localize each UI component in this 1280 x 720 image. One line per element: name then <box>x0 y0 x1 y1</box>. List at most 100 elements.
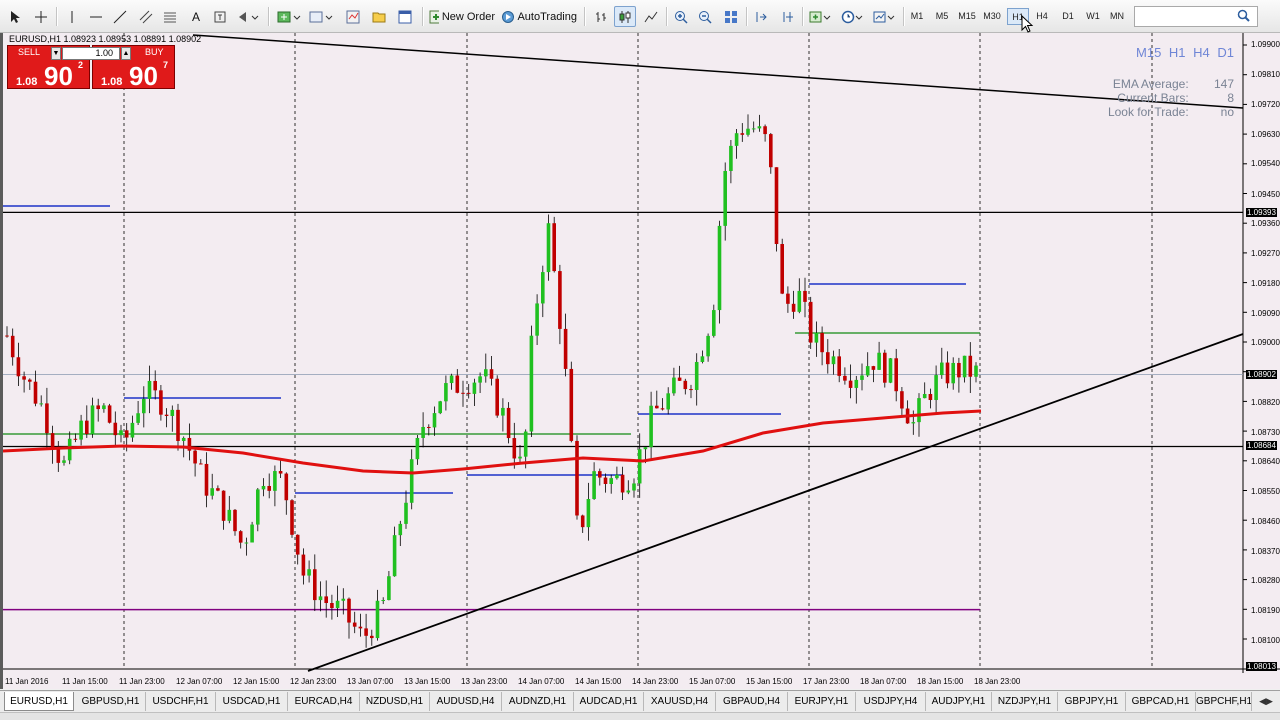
time-axis-label: 11 Jan 23:00 <box>119 677 165 686</box>
templates-icon <box>873 11 895 22</box>
tab-eurcad-h4[interactable]: EURCAD,H4 <box>288 692 360 711</box>
new-order-label: New Order <box>441 10 495 23</box>
sell-price-prefix: 1.08 <box>16 76 38 88</box>
lot-increase-button[interactable]: ▲ <box>121 47 131 60</box>
bearish-candle <box>580 515 585 528</box>
timeframe-w1-button[interactable]: W1 <box>1082 8 1104 25</box>
bullish-candle <box>643 447 648 450</box>
bullish-candle <box>546 223 551 273</box>
tab-xauusd-h4[interactable]: XAUUSD,H4 <box>644 692 716 711</box>
terminal-button[interactable] <box>394 6 416 27</box>
bar-chart-button[interactable] <box>590 6 612 27</box>
bearish-candle <box>73 438 78 440</box>
market-watch-button[interactable] <box>342 6 364 27</box>
arrows-icon <box>239 11 259 22</box>
new-order-button[interactable]: New Order <box>428 6 496 27</box>
bearish-candle <box>774 167 779 245</box>
timeframe-d1-button[interactable]: D1 <box>1057 8 1079 25</box>
bullish-candle <box>592 471 596 500</box>
tile-windows-button[interactable] <box>720 6 742 27</box>
bearish-candle <box>900 391 904 409</box>
timeframe-m5-button[interactable]: M5 <box>931 8 953 25</box>
tab-eurjpy-h1[interactable]: EURJPY,H1 <box>788 692 856 711</box>
new-order-icon <box>429 10 439 23</box>
text-tool-button[interactable]: A <box>186 6 206 27</box>
tab-scroll-arrows[interactable]: ◀▶ <box>1254 694 1278 709</box>
templates-button[interactable] <box>870 6 898 27</box>
bearish-candle <box>324 596 328 604</box>
lot-decrease-button[interactable]: ▼ <box>51 47 61 60</box>
cursor-tool-button[interactable] <box>4 6 26 27</box>
zoom-in-button[interactable] <box>670 6 692 27</box>
time-axis-label: 18 Jan 23:00 <box>974 677 1021 686</box>
trendline-button[interactable] <box>110 6 130 27</box>
search-icon[interactable] <box>1237 9 1251 23</box>
tab-gbpaud-h4[interactable]: GBPAUD,H4 <box>716 692 788 711</box>
bearish-candle <box>791 303 796 312</box>
chart-window[interactable]: EURUSD,H1 1.08923 1.08953 1.08891 1.0890… <box>0 33 1280 689</box>
buy-price-big: 90 <box>129 61 158 91</box>
navigator-button[interactable] <box>368 6 390 27</box>
line-chart-button[interactable] <box>640 6 662 27</box>
autoscroll-button[interactable] <box>750 6 772 27</box>
price-axis-label: 1.08190 <box>1251 606 1280 615</box>
tab-usdcad-h1[interactable]: USDCAD,H1 <box>216 692 288 711</box>
tab-audnzd-h1[interactable]: AUDNZD,H1 <box>502 692 574 711</box>
crosshair-button[interactable] <box>30 6 52 27</box>
tab-gbpjpy-h1[interactable]: GBPJPY,H1 <box>1058 692 1126 711</box>
timeframe-m30-button[interactable]: M30 <box>981 8 1003 25</box>
bullish-candle <box>757 126 762 129</box>
bearish-candle <box>552 223 556 272</box>
vertical-line-button[interactable] <box>62 6 82 27</box>
horizontal-line-button[interactable] <box>86 6 106 27</box>
new-chart-button[interactable] <box>274 6 304 27</box>
arrows-button[interactable] <box>234 6 262 27</box>
tab-nzdjpy-h1[interactable]: NZDJPY,H1 <box>992 692 1058 711</box>
tab-usdchf-h1[interactable]: USDCHF,H1 <box>146 692 216 711</box>
tab-audusd-h4[interactable]: AUDUSD,H4 <box>430 692 502 711</box>
bullish-candle <box>404 502 408 524</box>
tab-usdjpy-h4[interactable]: USDJPY,H4 <box>856 692 926 711</box>
zoom-out-button[interactable] <box>694 6 716 27</box>
terminal-icon <box>398 10 412 23</box>
tab-audjpy-h1[interactable]: AUDJPY,H1 <box>926 692 992 711</box>
bearish-candle <box>466 392 471 394</box>
tab-gbpcad-h1[interactable]: GBPCAD,H1 <box>1126 692 1196 711</box>
tab-gbpusd-h1[interactable]: GBPUSD,H1 <box>76 692 146 711</box>
lot-size-input[interactable]: 1.00 <box>62 47 120 60</box>
timeframe-mn-button[interactable]: MN <box>1106 8 1128 25</box>
text-label-button[interactable] <box>210 6 230 27</box>
tab-eurusd-h1[interactable]: EURUSD,H1 <box>4 692 74 711</box>
profiles-button[interactable] <box>306 6 336 27</box>
ascending-trendline <box>307 333 1244 672</box>
bearish-candle <box>871 366 876 370</box>
toolbar-separator <box>56 7 57 26</box>
indicators-button[interactable] <box>806 6 834 27</box>
support-price-marker: 1.08684 <box>1246 441 1277 450</box>
bearish-candle <box>495 378 499 416</box>
price-axis-label: 1.08370 <box>1251 547 1280 556</box>
bullish-candle <box>729 145 733 171</box>
timeframe-m1-button[interactable]: M1 <box>906 8 928 25</box>
price-axis-label: 1.09090 <box>1251 309 1280 318</box>
bearish-candle <box>16 357 21 377</box>
autotrading-button[interactable]: AutoTrading <box>500 6 578 27</box>
timeframe-m15-button[interactable]: M15 <box>956 8 978 25</box>
tab-audcad-h1[interactable]: AUDCAD,H1 <box>574 692 644 711</box>
toolbar-separator <box>802 7 803 26</box>
bullish-candle <box>934 375 938 401</box>
tab-gbpchf-h1[interactable]: GBPCHF,H1 <box>1196 692 1252 711</box>
chart-shift-button[interactable] <box>776 6 798 27</box>
fibonacci-button[interactable] <box>160 6 180 27</box>
price-axis-label: 1.09720 <box>1251 100 1280 109</box>
tab-nzdusd-h1[interactable]: NZDUSD,H1 <box>360 692 430 711</box>
candlestick-button[interactable] <box>614 6 636 27</box>
channel-button[interactable] <box>136 6 156 27</box>
time-axis-label: 14 Jan 15:00 <box>575 677 622 686</box>
price-chart[interactable] <box>3 33 1280 689</box>
periods-button[interactable] <box>838 6 866 27</box>
bullish-candle <box>586 499 591 528</box>
look-for-trade-value: no <box>1220 105 1234 119</box>
bullish-candle <box>666 393 670 410</box>
cursor-icon <box>11 10 20 23</box>
